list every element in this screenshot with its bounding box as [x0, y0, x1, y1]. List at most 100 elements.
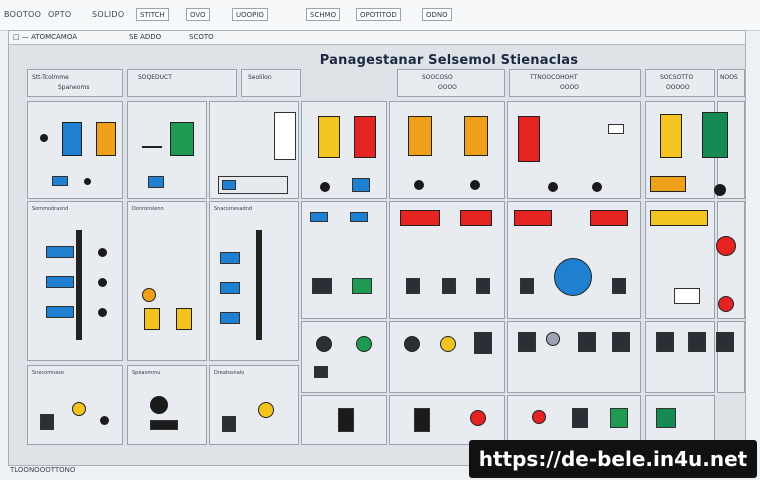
dark-button[interactable] [688, 332, 706, 352]
dark-button[interactable] [406, 278, 420, 294]
blue-switch[interactable] [62, 122, 82, 156]
watermark-url: https://de-bele.in4u.net [469, 440, 757, 478]
dark-button[interactable] [476, 278, 490, 294]
module-label: Donronslenn [132, 206, 164, 212]
module-panel [645, 395, 715, 445]
knob[interactable] [98, 248, 107, 257]
orange-switch[interactable] [464, 116, 488, 156]
module-panel: Speaommu [127, 365, 207, 445]
toolbar-tab[interactable]: SCHMO [306, 8, 341, 21]
knob[interactable] [714, 184, 726, 196]
yellow-switch[interactable] [660, 114, 682, 158]
green-button[interactable] [352, 278, 372, 294]
knob[interactable] [592, 182, 602, 192]
module-label: Snacionesadnd [214, 206, 253, 212]
module-panel [507, 201, 641, 319]
green-led [356, 336, 372, 352]
red-led [532, 410, 546, 424]
blue-connector[interactable] [148, 176, 164, 188]
yellow-bar-switch[interactable] [650, 210, 708, 226]
module-panel [716, 201, 745, 319]
toolbar-tab[interactable]: UOOPIO [232, 8, 268, 21]
column-sub: OOOOO [666, 84, 690, 91]
column-header-box: SOCSOTTO OOOOO [645, 69, 715, 97]
blue-connector[interactable] [310, 212, 328, 222]
orange-switch[interactable] [96, 122, 116, 156]
blue-connector[interactable] [46, 276, 74, 288]
dark-button[interactable] [474, 332, 492, 354]
green-button[interactable] [656, 408, 676, 428]
green-switch[interactable] [702, 112, 728, 158]
orange-switch[interactable] [408, 116, 432, 156]
rail [256, 230, 262, 340]
toolbar-tab[interactable]: OVO [186, 8, 210, 21]
white-block [674, 288, 700, 304]
window-menu[interactable]: SCOTO [189, 33, 214, 41]
blue-connector[interactable] [46, 246, 74, 258]
knob[interactable] [320, 182, 330, 192]
red-bar-switch[interactable] [460, 210, 492, 226]
red-switch[interactable] [354, 116, 376, 158]
red-switch[interactable] [518, 116, 540, 162]
dark-button[interactable] [656, 332, 674, 352]
dark-button[interactable] [442, 278, 456, 294]
dark-button[interactable] [222, 416, 236, 432]
blue-connector[interactable] [52, 176, 68, 186]
red-bar-switch[interactable] [400, 210, 440, 226]
column-head: SOOCOSO [422, 74, 453, 81]
dark-button[interactable] [312, 278, 332, 294]
window-menu[interactable]: SE ADDO [129, 33, 161, 41]
dark-button[interactable] [578, 332, 596, 352]
toolbar-tab[interactable]: ODNO [422, 8, 452, 21]
yellow-switch[interactable] [176, 308, 192, 330]
column-header-box: Stt-Tcolmme Spaneoms [27, 69, 123, 97]
dark-button[interactable] [40, 414, 54, 430]
control-panel-window: □ — ATOMCAMOA SE ADDO SCOTO Panagestanar… [8, 30, 746, 466]
knob[interactable] [98, 278, 107, 287]
dark-button[interactable] [518, 332, 536, 352]
blue-connector[interactable] [350, 212, 368, 222]
module-panel [645, 201, 715, 319]
orange-slider[interactable] [650, 176, 686, 192]
yellow-switch[interactable] [144, 308, 160, 330]
knob[interactable] [100, 416, 109, 425]
toolbar-tab[interactable]: OPOTITOD [356, 8, 401, 21]
toolbar-item[interactable]: SOLIDO [92, 10, 124, 19]
small-switch[interactable] [608, 124, 624, 134]
window-menu[interactable]: □ — ATOMCAMOA [13, 33, 77, 41]
knob[interactable] [98, 308, 107, 317]
red-bar-switch[interactable] [514, 210, 552, 226]
blue-connector[interactable] [222, 180, 236, 190]
module-panel [645, 321, 715, 393]
toggle-lever[interactable] [258, 402, 274, 418]
blue-connector[interactable] [220, 282, 240, 294]
knob[interactable] [470, 180, 480, 190]
red-bar-switch[interactable] [590, 210, 628, 226]
blue-connector[interactable] [46, 306, 74, 318]
column-header-box: SOQEDUCT [127, 69, 237, 97]
green-button[interactable] [610, 408, 628, 428]
dark-button[interactable] [314, 366, 328, 378]
yellow-switch[interactable] [318, 116, 340, 158]
white-switch[interactable] [274, 112, 296, 160]
toggle-lever[interactable] [72, 402, 86, 416]
blue-dial[interactable] [554, 258, 592, 296]
toolbar-tab[interactable]: STITCH [136, 8, 169, 21]
dark-button[interactable] [572, 408, 588, 428]
toolbar-item[interactable]: BOOTOO [4, 10, 41, 19]
blue-connector[interactable] [220, 252, 240, 264]
dark-led [404, 336, 420, 352]
green-switch[interactable] [170, 122, 194, 156]
dark-button[interactable] [612, 278, 626, 294]
dark-button[interactable] [520, 278, 534, 294]
blue-connector[interactable] [220, 312, 240, 324]
knob[interactable] [150, 396, 168, 414]
knob[interactable] [414, 180, 424, 190]
dark-button[interactable] [716, 332, 734, 352]
toolbar-item[interactable]: OPTO [48, 10, 72, 19]
column-head: SOQEDUCT [138, 74, 172, 81]
blue-connector[interactable] [352, 178, 370, 192]
knob[interactable] [548, 182, 558, 192]
dark-button[interactable] [612, 332, 630, 352]
module-panel [389, 201, 505, 319]
